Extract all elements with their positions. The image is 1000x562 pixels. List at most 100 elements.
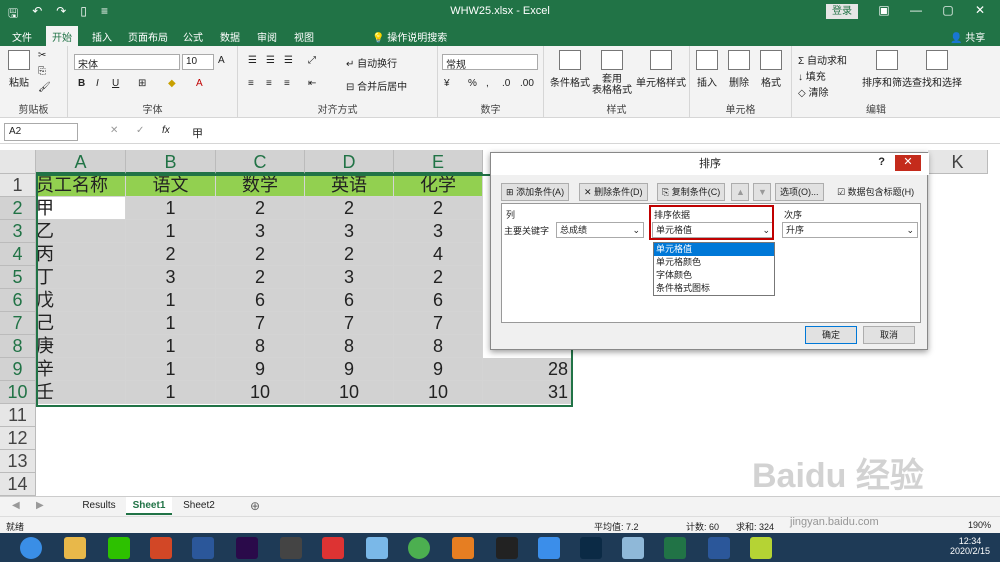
data-cell[interactable]: 6	[216, 289, 305, 312]
align-middle-icon[interactable]: ☰	[266, 55, 275, 66]
move-up-icon[interactable]: ▲	[731, 183, 749, 201]
row-header[interactable]: 4	[0, 243, 36, 266]
premiere-icon[interactable]	[236, 537, 258, 559]
data-cell[interactable]: 2	[305, 243, 394, 266]
data-cell[interactable]: 1	[126, 381, 216, 404]
tab-view[interactable]: 视图	[294, 29, 314, 44]
dropdown-option[interactable]: 字体颜色	[654, 269, 774, 282]
autosum-button[interactable]: Σ 自动求和	[798, 52, 847, 67]
data-cell[interactable]: 1	[126, 220, 216, 243]
minimize-icon[interactable]: —	[906, 3, 926, 17]
data-cell[interactable]: 己	[36, 312, 126, 335]
header-cell[interactable]: 员工名称	[36, 174, 126, 197]
dropdown-option[interactable]: 单元格值	[654, 243, 774, 256]
decrease-decimal-icon[interactable]: .00	[520, 78, 534, 89]
move-down-icon[interactable]: ▼	[753, 183, 771, 201]
photoshop-icon[interactable]	[580, 537, 602, 559]
row-header[interactable]: 6	[0, 289, 36, 312]
data-cell[interactable]: 甲	[36, 197, 126, 220]
data-cell[interactable]: 2	[216, 266, 305, 289]
data-cell[interactable]: 28	[483, 358, 573, 381]
sort-filter-button[interactable]: 排序和筛选	[862, 50, 912, 89]
row-header[interactable]: 2	[0, 197, 36, 220]
row-header[interactable]: 8	[0, 335, 36, 358]
font-size-select[interactable]: 10	[182, 54, 214, 70]
data-cell[interactable]: 庚	[36, 335, 126, 358]
number-format-select[interactable]: 常规	[442, 54, 538, 71]
currency-icon[interactable]: ¥	[444, 78, 450, 89]
data-cell[interactable]: 10	[216, 381, 305, 404]
cancel-button[interactable]: 取消	[863, 326, 915, 344]
wps-icon[interactable]	[708, 537, 730, 559]
data-cell[interactable]: 7	[216, 312, 305, 335]
close-icon[interactable]: ✕	[970, 3, 990, 17]
increase-decimal-icon[interactable]: .0	[502, 78, 510, 89]
dropdown-option[interactable]: 单元格颜色	[654, 256, 774, 269]
tab-page-layout[interactable]: 页面布局	[128, 29, 168, 44]
sort-column-select[interactable]: 总成绩 ⌄	[556, 222, 644, 238]
fill-color-icon[interactable]: ◆	[168, 78, 176, 89]
column-header[interactable]: B	[126, 150, 216, 174]
align-bottom-icon[interactable]: ☰	[284, 55, 293, 66]
align-center-icon[interactable]: ≡	[266, 78, 272, 89]
copy-level-button[interactable]: ⎘ 复制条件(C)	[657, 183, 726, 201]
tab-formulas[interactable]: 公式	[183, 29, 203, 44]
data-cell[interactable]: 3	[305, 220, 394, 243]
row-header[interactable]: 13	[0, 450, 36, 473]
wechat-icon[interactable]	[108, 537, 130, 559]
dialog-close-button[interactable]: ✕	[895, 155, 921, 171]
word-icon[interactable]	[192, 537, 214, 559]
scroll-left-icon[interactable]: ◀	[12, 500, 20, 511]
indent-icon[interactable]: ⇤	[308, 78, 316, 89]
column-header[interactable]: A	[36, 150, 126, 174]
data-cell[interactable]: 8	[216, 335, 305, 358]
maximize-icon[interactable]: ▢	[938, 3, 958, 17]
data-cell[interactable]: 丁	[36, 266, 126, 289]
powerpoint-icon[interactable]	[150, 537, 172, 559]
data-cell[interactable]: 2	[216, 243, 305, 266]
orientation-icon[interactable]: ⤢	[308, 55, 316, 66]
cloud-app-icon[interactable]	[366, 537, 388, 559]
scroll-right-icon[interactable]: ▶	[36, 500, 44, 511]
data-cell[interactable]: 壬	[36, 381, 126, 404]
data-cell[interactable]: 丙	[36, 243, 126, 266]
data-cell[interactable]: 辛	[36, 358, 126, 381]
delete-level-button[interactable]: ✕ 删除条件(D)	[579, 183, 648, 201]
data-cell[interactable]: 1	[126, 312, 216, 335]
chrome-icon[interactable]	[408, 537, 430, 559]
data-cell[interactable]: 2	[305, 197, 394, 220]
align-top-icon[interactable]: ☰	[248, 55, 257, 66]
data-cell[interactable]: 1	[126, 335, 216, 358]
format-cells-button[interactable]: 格式	[760, 50, 782, 89]
cut-icon[interactable]: ✂	[38, 50, 46, 61]
cancel-icon[interactable]: ✕	[110, 125, 118, 136]
order-select[interactable]: 升序 ⌄	[782, 222, 918, 238]
cell-styles-button[interactable]: 单元格样式	[636, 50, 686, 89]
row-header[interactable]: 5	[0, 266, 36, 289]
login-button[interactable]: 登录	[826, 4, 858, 19]
data-cell[interactable]: 戊	[36, 289, 126, 312]
sheet-tab-sheet2[interactable]: Sheet2	[176, 497, 222, 515]
delete-cells-button[interactable]: 删除	[728, 50, 750, 89]
excel-icon[interactable]	[664, 537, 686, 559]
notes-app-icon[interactable]	[622, 537, 644, 559]
qq-icon[interactable]	[496, 537, 518, 559]
row-header[interactable]: 12	[0, 427, 36, 450]
data-cell[interactable]: 2	[126, 243, 216, 266]
format-as-table-button[interactable]: 套用 表格格式	[592, 50, 632, 96]
app-icon[interactable]	[750, 537, 772, 559]
column-header[interactable]: C	[216, 150, 305, 174]
row-header[interactable]: 9	[0, 358, 36, 381]
data-cell[interactable]: 2	[216, 197, 305, 220]
tab-insert[interactable]: 插入	[92, 29, 112, 44]
browser-icon[interactable]	[452, 537, 474, 559]
tab-data[interactable]: 数据	[220, 29, 240, 44]
border-icon[interactable]: ⊞	[138, 78, 146, 89]
dropdown-option[interactable]: 条件格式图标	[654, 282, 774, 295]
sheet-tab-sheet1[interactable]: Sheet1	[126, 497, 172, 515]
data-cell[interactable]: 3	[305, 266, 394, 289]
data-cell[interactable]: 8	[394, 335, 483, 358]
column-header[interactable]: K	[928, 150, 988, 174]
data-cell[interactable]: 9	[394, 358, 483, 381]
insert-cells-button[interactable]: 插入	[696, 50, 718, 89]
